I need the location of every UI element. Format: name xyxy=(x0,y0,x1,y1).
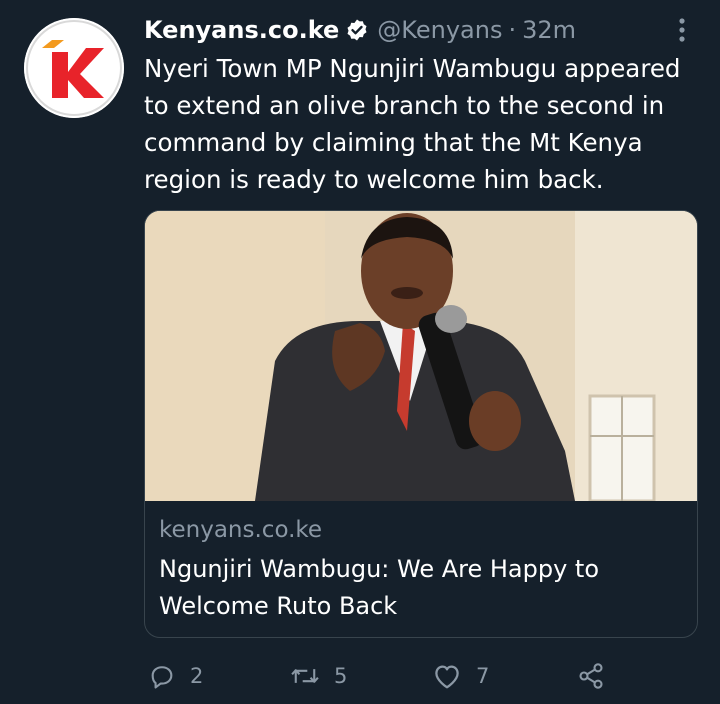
tweet-text: Nyeri Town MP Ngunjiri Wambugu appeared … xyxy=(144,54,681,194)
tweet-actions: 2 5 7 xyxy=(0,656,720,696)
share-button[interactable] xyxy=(576,656,606,696)
reply-count: 2 xyxy=(190,664,204,688)
card-image xyxy=(145,211,697,501)
heart-icon xyxy=(432,662,462,690)
tweet-header: Kenyans.co.ke @Kenyans · 32m xyxy=(144,14,576,46)
like-button[interactable]: 7 xyxy=(432,656,489,696)
author-name[interactable]: Kenyans.co.ke xyxy=(144,16,339,44)
retweet-icon xyxy=(290,662,320,690)
verified-badge-icon xyxy=(345,18,369,42)
reply-icon xyxy=(148,662,176,690)
avatar[interactable] xyxy=(24,18,124,118)
card-title[interactable]: Ngunjiri Wambugu: We Are Happy to Welcom… xyxy=(159,551,679,625)
card-domain: kenyans.co.ke xyxy=(159,517,323,543)
like-count: 7 xyxy=(476,664,490,688)
author-handle[interactable]: @Kenyans xyxy=(377,16,502,44)
retweet-button[interactable]: 5 xyxy=(290,656,347,696)
share-icon xyxy=(576,662,606,690)
link-card[interactable]: kenyans.co.ke Ngunjiri Wambugu: We Are H… xyxy=(144,210,698,638)
more-vertical-icon[interactable] xyxy=(672,16,692,44)
timestamp[interactable]: 32m xyxy=(522,16,576,44)
reply-button[interactable]: 2 xyxy=(148,656,203,696)
kenyans-logo xyxy=(24,18,124,118)
separator-dot: · xyxy=(508,16,517,44)
retweet-count: 5 xyxy=(334,664,348,688)
